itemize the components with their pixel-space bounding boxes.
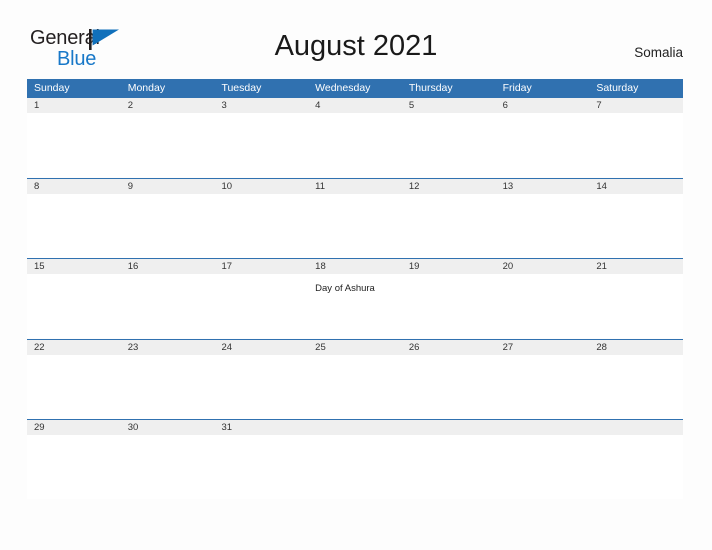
day-number[interactable]: 25 bbox=[308, 340, 402, 355]
day-number[interactable]: 30 bbox=[121, 420, 215, 435]
day-number[interactable]: 1 bbox=[27, 98, 121, 113]
calendar-grid: Sunday Monday Tuesday Wednesday Thursday… bbox=[27, 79, 683, 500]
day-number bbox=[402, 420, 496, 435]
day-number[interactable]: 12 bbox=[402, 179, 496, 194]
weekday-header-monday: Monday bbox=[127, 82, 166, 94]
page-title: August 2021 bbox=[274, 30, 438, 62]
weekday-header-sunday: Sunday bbox=[34, 82, 70, 94]
day-cell[interactable] bbox=[121, 274, 215, 338]
weekday-header-row: Sunday Monday Tuesday Wednesday Thursday… bbox=[27, 79, 683, 97]
weekday-header-wednesday: Wednesday bbox=[315, 82, 371, 94]
day-cell[interactable] bbox=[308, 194, 402, 258]
day-cell[interactable] bbox=[121, 113, 215, 177]
day-number[interactable]: 19 bbox=[402, 259, 496, 274]
week-row: 22 23 24 25 26 27 28 bbox=[27, 338, 683, 420]
day-cell[interactable] bbox=[27, 194, 121, 258]
day-number[interactable]: 26 bbox=[402, 340, 496, 355]
week-event-area bbox=[27, 435, 683, 499]
day-cell[interactable] bbox=[27, 435, 121, 499]
weekday-header-thursday: Thursday bbox=[408, 82, 453, 94]
day-cell[interactable] bbox=[214, 113, 308, 177]
day-cell[interactable] bbox=[496, 113, 590, 177]
calendar-page: General Blue August 2021 Somalia Sunday … bbox=[0, 0, 712, 550]
day-number[interactable]: 29 bbox=[27, 420, 121, 435]
day-cell[interactable] bbox=[589, 194, 683, 258]
day-cell bbox=[496, 435, 590, 499]
day-number[interactable]: 4 bbox=[308, 98, 402, 113]
day-cell[interactable] bbox=[27, 113, 121, 177]
day-cell[interactable] bbox=[402, 194, 496, 258]
week-event-area bbox=[27, 113, 683, 177]
day-cell bbox=[589, 435, 683, 499]
weekday-header-tuesday: Tuesday bbox=[221, 82, 262, 94]
day-cell[interactable] bbox=[589, 355, 683, 419]
day-event-label: Day of Ashura bbox=[315, 283, 375, 294]
day-cell[interactable] bbox=[214, 355, 308, 419]
week-date-strip: 1 2 3 4 5 6 7 bbox=[27, 98, 683, 113]
day-number[interactable]: 11 bbox=[308, 179, 402, 194]
week-row: 29 30 31 bbox=[27, 419, 683, 500]
day-cell[interactable] bbox=[496, 274, 590, 338]
day-cell[interactable] bbox=[121, 355, 215, 419]
day-number[interactable]: 31 bbox=[214, 420, 308, 435]
day-number[interactable]: 18 bbox=[308, 259, 402, 274]
day-number[interactable]: 7 bbox=[589, 98, 683, 113]
day-number[interactable]: 16 bbox=[121, 259, 215, 274]
day-cell[interactable] bbox=[27, 274, 121, 338]
day-number[interactable]: 2 bbox=[121, 98, 215, 113]
week-row: 15 16 17 18 19 20 21 Day of Ashura bbox=[27, 258, 683, 339]
day-cell[interactable] bbox=[402, 274, 496, 338]
week-event-area bbox=[27, 354, 683, 419]
week-date-strip: 22 23 24 25 26 27 28 bbox=[27, 339, 683, 355]
day-number[interactable]: 22 bbox=[27, 340, 121, 355]
day-cell[interactable] bbox=[589, 274, 683, 338]
week-event-area bbox=[27, 193, 683, 258]
day-number[interactable]: 27 bbox=[496, 340, 590, 355]
day-number bbox=[589, 420, 683, 435]
day-cell[interactable] bbox=[121, 435, 215, 499]
week-row: 8 9 10 11 12 13 14 bbox=[27, 177, 683, 259]
day-number[interactable]: 21 bbox=[589, 259, 683, 274]
day-number[interactable]: 13 bbox=[496, 179, 590, 194]
day-cell[interactable] bbox=[214, 274, 308, 338]
day-number[interactable]: 15 bbox=[27, 259, 121, 274]
day-number[interactable]: 6 bbox=[496, 98, 590, 113]
day-number[interactable]: 5 bbox=[402, 98, 496, 113]
day-number[interactable]: 24 bbox=[214, 340, 308, 355]
day-cell[interactable] bbox=[214, 194, 308, 258]
day-cell[interactable] bbox=[402, 355, 496, 419]
day-cell[interactable] bbox=[402, 113, 496, 177]
day-cell[interactable]: Day of Ashura bbox=[308, 274, 402, 338]
day-cell[interactable] bbox=[496, 194, 590, 258]
day-number[interactable]: 28 bbox=[589, 340, 683, 355]
day-cell[interactable] bbox=[308, 355, 402, 419]
day-cell bbox=[402, 435, 496, 499]
day-number bbox=[308, 420, 402, 435]
week-event-area: Day of Ashura bbox=[27, 274, 683, 338]
day-number[interactable]: 23 bbox=[121, 340, 215, 355]
day-number[interactable]: 10 bbox=[214, 179, 308, 194]
week-row: 1 2 3 4 5 6 7 bbox=[27, 97, 683, 178]
weekday-header-friday: Friday bbox=[502, 82, 532, 94]
country-label: Somalia bbox=[634, 45, 683, 60]
day-cell[interactable] bbox=[27, 355, 121, 419]
page-header: General Blue August 2021 Somalia bbox=[0, 0, 712, 69]
day-number bbox=[496, 420, 590, 435]
day-cell[interactable] bbox=[214, 435, 308, 499]
day-cell[interactable] bbox=[589, 113, 683, 177]
day-cell[interactable] bbox=[496, 355, 590, 419]
day-number[interactable]: 3 bbox=[214, 98, 308, 113]
week-date-strip: 15 16 17 18 19 20 21 bbox=[27, 259, 683, 274]
weekday-header-saturday: Saturday bbox=[596, 82, 639, 94]
day-cell bbox=[308, 435, 402, 499]
week-date-strip: 29 30 31 bbox=[27, 420, 683, 435]
day-number[interactable]: 14 bbox=[589, 179, 683, 194]
week-date-strip: 8 9 10 11 12 13 14 bbox=[27, 178, 683, 194]
day-number[interactable]: 8 bbox=[27, 179, 121, 194]
day-cell[interactable] bbox=[308, 113, 402, 177]
day-number[interactable]: 20 bbox=[496, 259, 590, 274]
day-number[interactable]: 9 bbox=[121, 179, 215, 194]
day-number[interactable]: 17 bbox=[214, 259, 308, 274]
day-cell[interactable] bbox=[121, 194, 215, 258]
